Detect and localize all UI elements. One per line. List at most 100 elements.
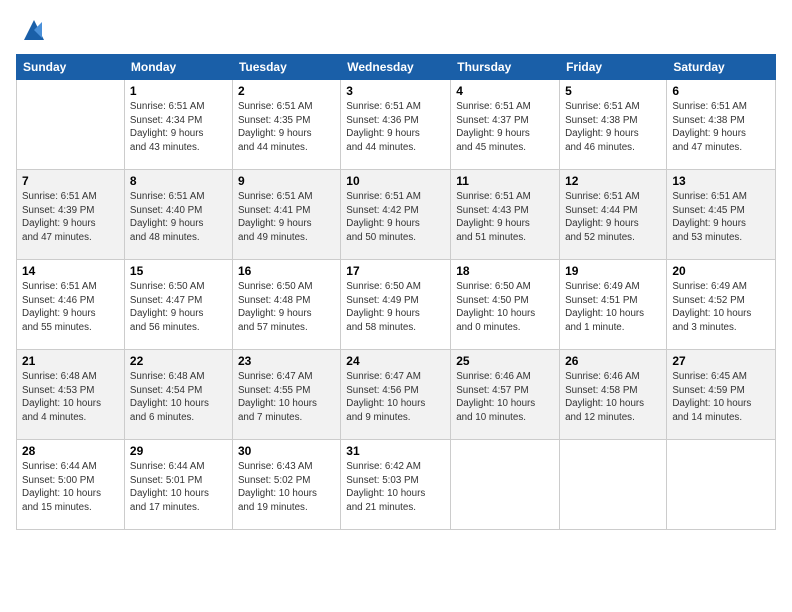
- weekday-wednesday: Wednesday: [341, 55, 451, 80]
- day-info: Sunrise: 6:51 AMSunset: 4:44 PMDaylight:…: [565, 190, 661, 245]
- day-info: Sunrise: 6:48 AMSunset: 4:54 PMDaylight:…: [130, 370, 227, 425]
- calendar-cell: 23 Sunrise: 6:47 AMSunset: 4:55 PMDayligh…: [232, 350, 340, 440]
- calendar-cell: [560, 440, 667, 530]
- calendar-cell: 28Sunrise: 6:44 AMSunset: 5:00 PMDayligh…: [17, 440, 125, 530]
- day-number: 14: [22, 264, 119, 278]
- calendar-cell: 29 Sunrise: 6:44 AMSunset: 5:01 PMDayligh…: [124, 440, 232, 530]
- day-info: Sunrise: 6:47 AMSunset: 4:55 PMDaylight:…: [238, 370, 335, 425]
- day-number: 7: [22, 174, 119, 188]
- calendar-cell: 2 Sunrise: 6:51 AMSunset: 4:35 PMDaylight…: [232, 80, 340, 170]
- day-number: 10: [346, 174, 445, 188]
- day-info: Sunrise: 6:51 AMSunset: 4:37 PMDaylight:…: [456, 100, 554, 155]
- day-number: 8: [130, 174, 227, 188]
- day-number: 1: [130, 84, 227, 98]
- logo-icon: [20, 16, 48, 44]
- day-number: 15: [130, 264, 227, 278]
- weekday-monday: Monday: [124, 55, 232, 80]
- weekday-thursday: Thursday: [451, 55, 560, 80]
- day-number: 5: [565, 84, 661, 98]
- day-number: 30: [238, 444, 335, 458]
- calendar-cell: 10 Sunrise: 6:51 AMSunset: 4:42 PMDayligh…: [341, 170, 451, 260]
- day-info: Sunrise: 6:51 AMSunset: 4:39 PMDaylight:…: [22, 190, 119, 245]
- day-info: Sunrise: 6:45 AMSunset: 4:59 PMDaylight:…: [672, 370, 770, 425]
- day-number: 4: [456, 84, 554, 98]
- calendar-cell: 27Sunrise: 6:45 AMSunset: 4:59 PMDayligh…: [667, 350, 776, 440]
- calendar-cell: 18 Sunrise: 6:50 AMSunset: 4:50 PMDayligh…: [451, 260, 560, 350]
- calendar-cell: 3Sunrise: 6:51 AMSunset: 4:36 PMDaylight…: [341, 80, 451, 170]
- week-row-4: 21 Sunrise: 6:48 AMSunset: 4:53 PMDayligh…: [17, 350, 776, 440]
- day-info: Sunrise: 6:51 AMSunset: 4:38 PMDaylight:…: [672, 100, 770, 155]
- day-info: Sunrise: 6:46 AMSunset: 4:58 PMDaylight:…: [565, 370, 661, 425]
- day-number: 6: [672, 84, 770, 98]
- calendar-cell: 19Sunrise: 6:49 AMSunset: 4:51 PMDayligh…: [560, 260, 667, 350]
- calendar-cell: 13Sunrise: 6:51 AMSunset: 4:45 PMDayligh…: [667, 170, 776, 260]
- day-info: Sunrise: 6:50 AMSunset: 4:47 PMDaylight:…: [130, 280, 227, 335]
- calendar: SundayMondayTuesdayWednesdayThursdayFrid…: [16, 54, 776, 530]
- week-row-5: 28Sunrise: 6:44 AMSunset: 5:00 PMDayligh…: [17, 440, 776, 530]
- day-info: Sunrise: 6:48 AMSunset: 4:53 PMDaylight:…: [22, 370, 119, 425]
- day-info: Sunrise: 6:42 AMSunset: 5:03 PMDaylight:…: [346, 460, 445, 515]
- calendar-cell: 8 Sunrise: 6:51 AMSunset: 4:40 PMDaylight…: [124, 170, 232, 260]
- calendar-cell: 6 Sunrise: 6:51 AMSunset: 4:38 PMDaylight…: [667, 80, 776, 170]
- day-number: 23: [238, 354, 335, 368]
- week-row-3: 14Sunrise: 6:51 AMSunset: 4:46 PMDayligh…: [17, 260, 776, 350]
- day-number: 18: [456, 264, 554, 278]
- day-number: 29: [130, 444, 227, 458]
- day-info: Sunrise: 6:49 AMSunset: 4:52 PMDaylight:…: [672, 280, 770, 335]
- day-info: Sunrise: 6:51 AMSunset: 4:35 PMDaylight:…: [238, 100, 335, 155]
- calendar-cell: 20 Sunrise: 6:49 AMSunset: 4:52 PMDayligh…: [667, 260, 776, 350]
- day-number: 11: [456, 174, 554, 188]
- day-number: 25: [456, 354, 554, 368]
- day-number: 13: [672, 174, 770, 188]
- calendar-cell: 4 Sunrise: 6:51 AMSunset: 4:37 PMDaylight…: [451, 80, 560, 170]
- calendar-cell: 1 Sunrise: 6:51 AMSunset: 4:34 PMDaylight…: [124, 80, 232, 170]
- day-number: 31: [346, 444, 445, 458]
- calendar-cell: 7 Sunrise: 6:51 AMSunset: 4:39 PMDaylight…: [17, 170, 125, 260]
- day-info: Sunrise: 6:51 AMSunset: 4:43 PMDaylight:…: [456, 190, 554, 245]
- day-number: 22: [130, 354, 227, 368]
- week-row-1: 1 Sunrise: 6:51 AMSunset: 4:34 PMDaylight…: [17, 80, 776, 170]
- day-info: Sunrise: 6:46 AMSunset: 4:57 PMDaylight:…: [456, 370, 554, 425]
- weekday-sunday: Sunday: [17, 55, 125, 80]
- calendar-cell: 14Sunrise: 6:51 AMSunset: 4:46 PMDayligh…: [17, 260, 125, 350]
- calendar-cell: 16Sunrise: 6:50 AMSunset: 4:48 PMDayligh…: [232, 260, 340, 350]
- day-number: 20: [672, 264, 770, 278]
- day-number: 26: [565, 354, 661, 368]
- day-number: 12: [565, 174, 661, 188]
- day-number: 9: [238, 174, 335, 188]
- day-info: Sunrise: 6:51 AMSunset: 4:42 PMDaylight:…: [346, 190, 445, 245]
- day-number: 17: [346, 264, 445, 278]
- calendar-cell: 12 Sunrise: 6:51 AMSunset: 4:44 PMDayligh…: [560, 170, 667, 260]
- calendar-cell: [17, 80, 125, 170]
- day-info: Sunrise: 6:44 AMSunset: 5:01 PMDaylight:…: [130, 460, 227, 515]
- day-info: Sunrise: 6:51 AMSunset: 4:34 PMDaylight:…: [130, 100, 227, 155]
- calendar-cell: 15 Sunrise: 6:50 AMSunset: 4:47 PMDayligh…: [124, 260, 232, 350]
- calendar-cell: 21 Sunrise: 6:48 AMSunset: 4:53 PMDayligh…: [17, 350, 125, 440]
- calendar-cell: 5Sunrise: 6:51 AMSunset: 4:38 PMDaylight…: [560, 80, 667, 170]
- day-info: Sunrise: 6:50 AMSunset: 4:50 PMDaylight:…: [456, 280, 554, 335]
- day-number: 21: [22, 354, 119, 368]
- calendar-cell: 31 Sunrise: 6:42 AMSunset: 5:03 PMDayligh…: [341, 440, 451, 530]
- day-info: Sunrise: 6:50 AMSunset: 4:49 PMDaylight:…: [346, 280, 445, 335]
- weekday-friday: Friday: [560, 55, 667, 80]
- day-number: 19: [565, 264, 661, 278]
- calendar-cell: 9 Sunrise: 6:51 AMSunset: 4:41 PMDaylight…: [232, 170, 340, 260]
- week-row-2: 7 Sunrise: 6:51 AMSunset: 4:39 PMDaylight…: [17, 170, 776, 260]
- header: [16, 16, 776, 44]
- calendar-cell: 11 Sunrise: 6:51 AMSunset: 4:43 PMDayligh…: [451, 170, 560, 260]
- calendar-cell: [667, 440, 776, 530]
- calendar-cell: 17 Sunrise: 6:50 AMSunset: 4:49 PMDayligh…: [341, 260, 451, 350]
- calendar-cell: 30Sunrise: 6:43 AMSunset: 5:02 PMDayligh…: [232, 440, 340, 530]
- calendar-cell: [451, 440, 560, 530]
- day-info: Sunrise: 6:51 AMSunset: 4:41 PMDaylight:…: [238, 190, 335, 245]
- day-info: Sunrise: 6:50 AMSunset: 4:48 PMDaylight:…: [238, 280, 335, 335]
- calendar-cell: 25 Sunrise: 6:46 AMSunset: 4:57 PMDayligh…: [451, 350, 560, 440]
- day-info: Sunrise: 6:51 AMSunset: 4:36 PMDaylight:…: [346, 100, 445, 155]
- day-number: 2: [238, 84, 335, 98]
- weekday-header-row: SundayMondayTuesdayWednesdayThursdayFrid…: [17, 55, 776, 80]
- day-info: Sunrise: 6:47 AMSunset: 4:56 PMDaylight:…: [346, 370, 445, 425]
- day-info: Sunrise: 6:44 AMSunset: 5:00 PMDaylight:…: [22, 460, 119, 515]
- calendar-cell: 22 Sunrise: 6:48 AMSunset: 4:54 PMDayligh…: [124, 350, 232, 440]
- day-info: Sunrise: 6:51 AMSunset: 4:40 PMDaylight:…: [130, 190, 227, 245]
- weekday-saturday: Saturday: [667, 55, 776, 80]
